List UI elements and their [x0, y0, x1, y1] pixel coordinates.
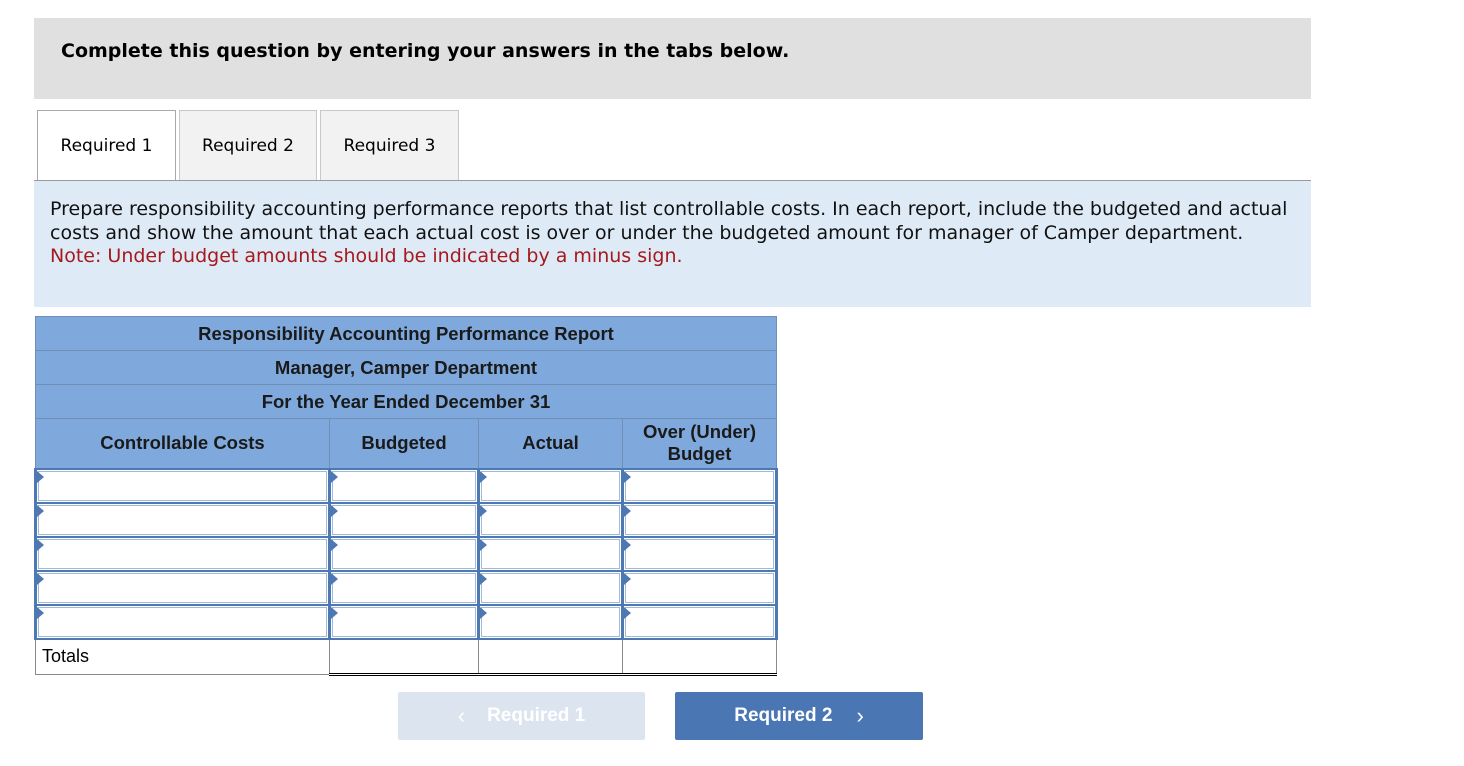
dropdown-indicator-icon — [37, 606, 44, 619]
instructions-paragraph: Prepare responsibility accounting perfor… — [50, 198, 1290, 269]
dropdown-indicator-icon — [624, 538, 631, 551]
next-required-button[interactable]: Required 2 › — [675, 692, 923, 740]
total-over-under-input[interactable] — [623, 639, 776, 673]
instructions-panel: Prepare responsibility accounting perfor… — [34, 181, 1311, 307]
question-header: Complete this question by entering your … — [34, 18, 1311, 99]
total-actual-input[interactable] — [479, 639, 622, 673]
over-under-input[interactable] — [624, 503, 775, 536]
tab-required-3[interactable]: Required 3 — [320, 110, 459, 180]
next-required-label: Required 2 — [734, 705, 833, 726]
report-subtitle-manager: Manager, Camper Department — [35, 350, 777, 385]
dropdown-indicator-icon — [480, 538, 487, 551]
total-budgeted-input[interactable] — [330, 639, 478, 673]
budgeted-input[interactable] — [331, 537, 477, 570]
instructions-note: Note: Under budget amounts should be ind… — [50, 245, 683, 267]
actual-input[interactable] — [480, 605, 621, 638]
column-header-budgeted: Budgeted — [329, 418, 479, 469]
over-under-input[interactable] — [624, 571, 775, 604]
dropdown-indicator-icon — [624, 572, 631, 585]
column-header-actual: Actual — [478, 418, 623, 469]
column-header-controllable-costs: Controllable Costs — [35, 418, 330, 469]
column-header-over-under-line2: Budget — [667, 443, 732, 465]
table-row — [34, 603, 778, 640]
dropdown-indicator-icon — [331, 572, 338, 585]
totals-row: Totals — [35, 638, 777, 676]
over-under-input[interactable] — [624, 605, 775, 638]
dropdown-indicator-icon — [331, 606, 338, 619]
actual-input[interactable] — [480, 503, 621, 536]
dropdown-indicator-icon — [480, 606, 487, 619]
column-header-over-under-budget: Over (Under) Budget — [622, 418, 777, 469]
dropdown-indicator-icon — [624, 606, 631, 619]
previous-required-label: Required 1 — [487, 705, 586, 726]
budgeted-input[interactable] — [331, 503, 477, 536]
dropdown-indicator-icon — [480, 470, 487, 483]
over-under-input[interactable] — [624, 469, 775, 502]
chevron-left-icon: ‹ — [457, 703, 466, 728]
report-title: Responsibility Accounting Performance Re… — [35, 316, 777, 351]
report-subtitle-period: For the Year Ended December 31 — [35, 384, 777, 419]
budgeted-input[interactable] — [331, 571, 477, 604]
dropdown-indicator-icon — [331, 470, 338, 483]
column-header-over-under-line1: Over (Under) — [642, 421, 757, 443]
controllable-cost-input[interactable] — [37, 469, 328, 502]
actual-input[interactable] — [480, 571, 621, 604]
controllable-cost-input[interactable] — [37, 605, 328, 638]
actual-input[interactable] — [480, 469, 621, 502]
previous-required-button[interactable]: ‹ Required 1 — [398, 692, 645, 740]
dropdown-indicator-icon — [37, 538, 44, 551]
over-under-input[interactable] — [624, 537, 775, 570]
actual-input[interactable] — [480, 537, 621, 570]
tab-required-2[interactable]: Required 2 — [179, 110, 317, 180]
table-row — [34, 501, 778, 538]
controllable-cost-input[interactable] — [37, 537, 328, 570]
budgeted-input[interactable] — [331, 605, 477, 638]
budgeted-input[interactable] — [331, 469, 477, 502]
table-row — [34, 569, 778, 606]
table-row — [34, 467, 778, 504]
instructions-text: Prepare responsibility accounting perfor… — [50, 198, 1288, 244]
chevron-right-icon: › — [856, 703, 864, 728]
table-row — [34, 535, 778, 572]
dropdown-indicator-icon — [37, 572, 44, 585]
dropdown-indicator-icon — [37, 470, 44, 483]
dropdown-indicator-icon — [624, 504, 631, 517]
dropdown-indicator-icon — [331, 504, 338, 517]
dropdown-indicator-icon — [37, 504, 44, 517]
question-header-title: Complete this question by entering your … — [61, 40, 790, 62]
dropdown-indicator-icon — [331, 538, 338, 551]
performance-report-table: Responsibility Accounting Performance Re… — [34, 316, 778, 676]
dropdown-indicator-icon — [480, 504, 487, 517]
controllable-cost-input[interactable] — [37, 571, 328, 604]
totals-label: Totals — [35, 638, 330, 675]
tab-required-1[interactable]: Required 1 — [37, 110, 176, 181]
dropdown-indicator-icon — [480, 572, 487, 585]
controllable-cost-input[interactable] — [37, 503, 328, 536]
dropdown-indicator-icon — [624, 470, 631, 483]
